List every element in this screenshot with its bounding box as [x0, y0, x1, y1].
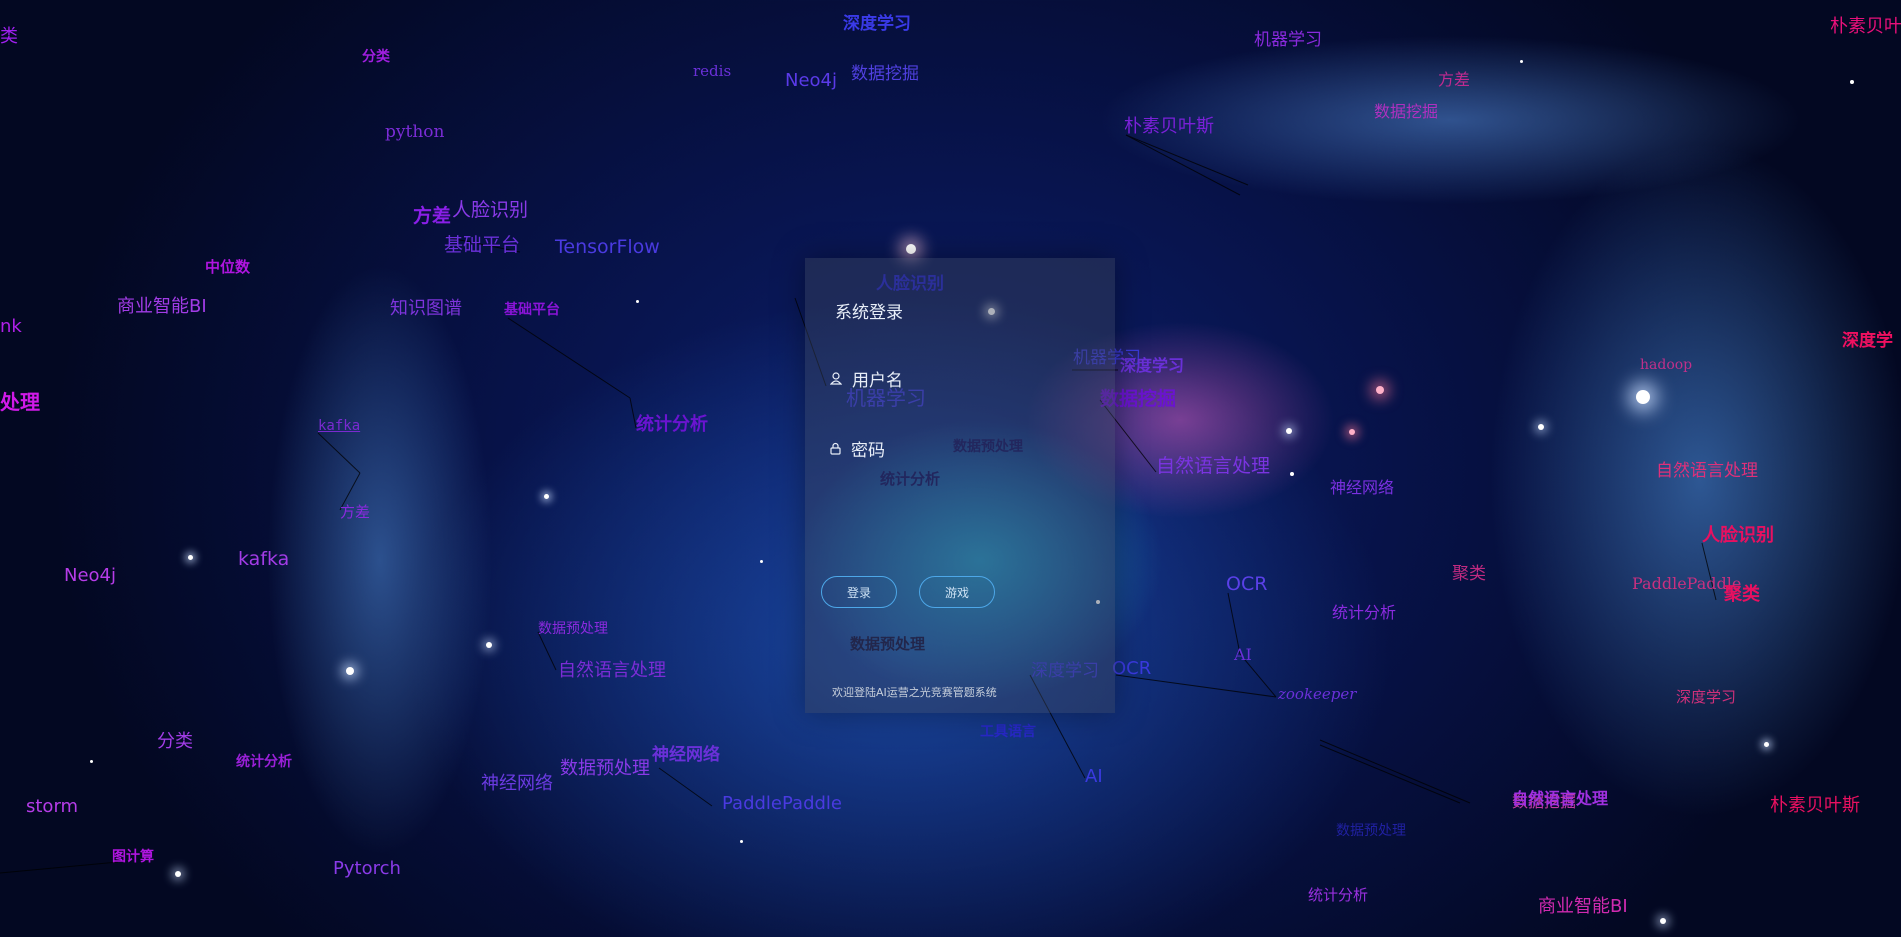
cloud-word: 统计分析: [1308, 886, 1369, 904]
lock-icon: [830, 442, 841, 455]
game-button[interactable]: 游戏: [919, 576, 995, 608]
cloud-word: OCR: [1112, 658, 1152, 679]
cloud-word: zookeeper: [1278, 685, 1357, 703]
cloud-word: 人脸识别: [452, 199, 529, 221]
cloud-word: 神经网络: [1330, 478, 1395, 497]
cloud-word: 数据挖掘: [1374, 102, 1439, 121]
login-panel: 系统登录 用户名 密码 登录 游戏 欢迎登陆AI运营之光竞赛管题系统: [805, 258, 1115, 713]
cloud-word: Neo4j: [64, 565, 117, 586]
cloud-word: kafka: [238, 548, 290, 570]
cloud-word: 神经网络: [481, 773, 553, 794]
cloud-word: 自然语言处理: [1512, 789, 1609, 808]
cloud-word: 朴素贝叶斯: [1830, 16, 1901, 37]
cloud-word: 图计算: [112, 849, 154, 865]
cloud-word: kafka: [318, 418, 361, 434]
username-field[interactable]: 用户名: [830, 366, 903, 391]
cloud-word: hadoop: [1640, 357, 1693, 373]
cloud-word: 深度学习: [1120, 356, 1185, 375]
cloud-word: 商业智能BI: [117, 296, 207, 317]
password-field[interactable]: 密码: [830, 436, 885, 461]
cloud-word: python: [385, 122, 445, 142]
cloud-word: 自然语言处理: [1156, 455, 1271, 477]
cloud-word: 自然语言处理: [1656, 461, 1758, 481]
cloud-word: 统计分析: [636, 414, 708, 435]
cloud-word: storm: [26, 796, 79, 817]
cloud-word: redis: [693, 62, 732, 80]
cloud-word: PaddlePaddle: [722, 793, 843, 814]
cloud-word: 基础平台: [444, 234, 521, 256]
cloud-word: 处理: [0, 390, 40, 414]
cloud-word: 自然语言处理: [558, 660, 666, 681]
welcome-text: 欢迎登陆AI运营之光竞赛管题系统: [832, 686, 997, 699]
cloud-word: 深度学习: [843, 14, 911, 34]
cloud-word: Pytorch: [333, 858, 401, 879]
cloud-word: 数据预处理: [560, 758, 650, 779]
cloud-word: AI: [1085, 766, 1103, 787]
cloud-word: 朴素贝叶斯: [1770, 795, 1860, 816]
cloud-word: nk: [0, 316, 22, 337]
cloud-word: 深度学习: [1676, 688, 1737, 706]
cloud-word: 中位数: [205, 258, 251, 276]
cloud-word: 方差: [413, 205, 452, 227]
cloud-word: 统计分析: [1332, 603, 1397, 622]
cloud-word: 数据预处理: [538, 621, 608, 637]
username-label: 用户名: [852, 371, 903, 391]
cloud-word: AI: [1234, 645, 1252, 664]
cloud-word: 聚类: [1724, 584, 1760, 605]
cloud-word: OCR: [1226, 573, 1268, 595]
cloud-word: 类: [0, 26, 18, 47]
cloud-word: 商业智能BI: [1538, 896, 1628, 917]
cloud-word: 知识图谱: [390, 298, 462, 319]
cloud-word: 数据挖掘: [851, 64, 919, 84]
cloud-word: 工具语言: [980, 724, 1036, 740]
login-title: 系统登录: [835, 303, 903, 323]
cloud-word: 聚类: [1452, 564, 1486, 584]
password-label: 密码: [851, 441, 885, 461]
cloud-word: 数据预处理: [1336, 823, 1406, 839]
cloud-word: 深度学: [1842, 331, 1893, 351]
cloud-word: 方差: [1438, 70, 1471, 89]
cloud-word: 机器学习: [1254, 30, 1322, 50]
cloud-word: 神经网络: [652, 745, 720, 765]
login-button[interactable]: 登录: [821, 576, 897, 608]
cloud-word: 分类: [362, 49, 390, 65]
cloud-word: Neo4j: [785, 70, 838, 91]
cloud-word: 人脸识别: [1702, 525, 1774, 546]
cloud-word: 方差: [340, 503, 371, 521]
cloud-word: 基础平台: [504, 302, 560, 318]
user-icon: [830, 372, 842, 385]
cloud-word: TensorFlow: [555, 236, 660, 258]
cloud-word: 统计分析: [236, 754, 292, 770]
cloud-word: 朴素贝叶斯: [1124, 116, 1214, 137]
cloud-word: 分类: [157, 731, 193, 752]
